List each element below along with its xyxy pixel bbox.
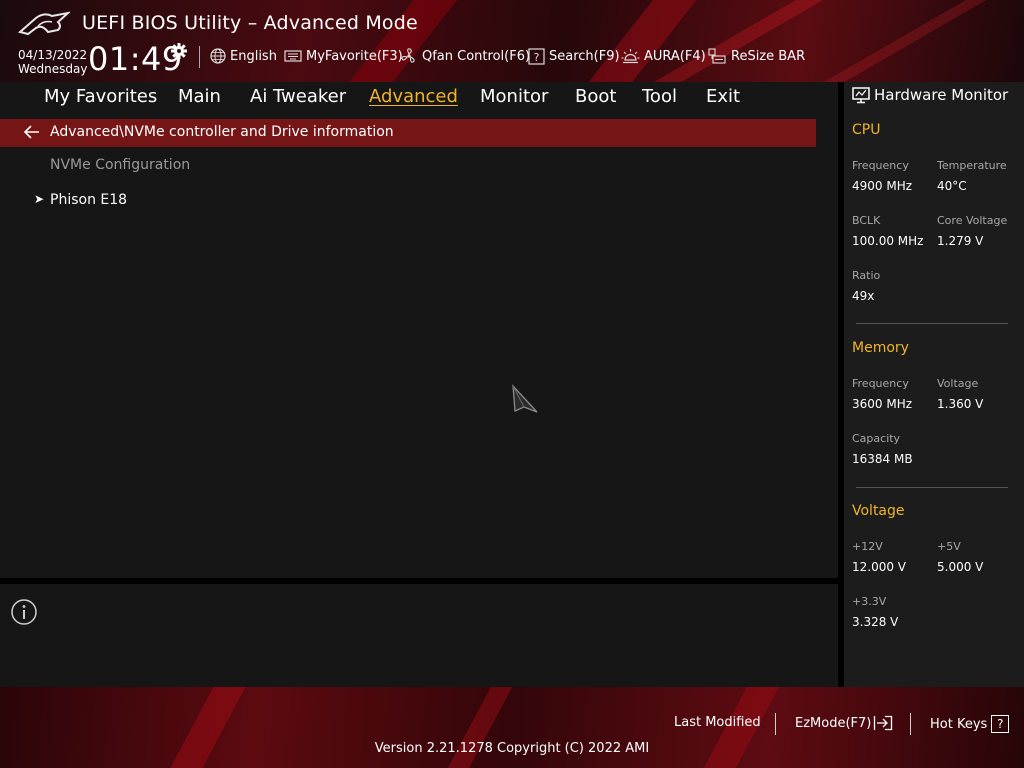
voltage-3v3-value: 3.328 V <box>852 615 899 629</box>
cpu-frequency-label: Frequency <box>852 159 909 172</box>
qfan-control-label: Qfan Control(F6) <box>422 48 531 64</box>
rog-logo <box>18 11 70 36</box>
qfan-control-button[interactable]: Qfan Control(F6) <box>400 46 530 66</box>
aura-label: AURA(F4) <box>644 48 706 64</box>
mouse-pointer-icon <box>512 384 538 413</box>
help-search-icon: ? <box>528 47 545 65</box>
tab-monitor[interactable]: Monitor <box>480 86 548 107</box>
voltage-12v-value: 12.000 V <box>852 560 907 574</box>
breadcrumb: Advanced\NVMe controller and Drive infor… <box>50 124 394 140</box>
nvme-configuration-heading: NVMe Configuration <box>50 157 191 173</box>
voltage-5v-value: 5.000 V <box>937 560 984 574</box>
drive-item-phison-e18[interactable]: ➤ Phison E18 <box>0 190 816 214</box>
cpu-temperature-label: Temperature <box>937 159 1007 172</box>
svg-text:?: ? <box>534 51 540 64</box>
main-tab-bar: My Favorites Main Ai Tweaker Advanced Mo… <box>0 82 838 112</box>
memory-section-title: Memory <box>852 340 909 356</box>
clock: 01:49 <box>88 40 183 78</box>
memory-frequency-value: 3600 MHz <box>852 397 913 411</box>
footer-bar: Last Modified EzMode(F7) Hot Keys ? Vers… <box>0 687 1024 768</box>
weekday: Wednesday <box>18 62 88 76</box>
drive-item-label: Phison E18 <box>50 192 128 208</box>
header-separator <box>199 46 200 68</box>
cpu-bclk-label: BCLK <box>852 214 881 227</box>
back-arrow-icon[interactable] <box>24 125 40 139</box>
hw-section-divider <box>856 487 1008 488</box>
help-description-panel <box>0 584 838 687</box>
language-label: English <box>230 48 277 64</box>
monitor-icon <box>852 87 870 104</box>
search-button[interactable]: ? Search(F9) <box>528 46 620 66</box>
resize-bar-button[interactable]: ReSize BAR <box>708 46 805 66</box>
hot-keys-label: Hot Keys <box>930 716 988 732</box>
language-button[interactable]: English <box>210 46 277 66</box>
search-label: Search(F9) <box>549 48 620 64</box>
settings-panel: Advanced\NVMe controller and Drive infor… <box>0 112 838 578</box>
aura-light-icon <box>621 48 640 63</box>
tab-exit[interactable]: Exit <box>706 86 740 107</box>
gear-icon[interactable] <box>170 42 188 60</box>
voltage-3v3-label: +3.3V <box>852 595 887 608</box>
hardware-monitor-label: Hardware Monitor <box>874 86 1009 104</box>
voltage-12v-label: +12V <box>852 540 883 553</box>
tab-my-favorites[interactable]: My Favorites <box>44 86 157 107</box>
info-icon <box>11 599 37 625</box>
cpu-bclk-value: 100.00 MHz <box>852 234 924 248</box>
myfavorite-button[interactable]: MyFavorite(F3) <box>284 46 403 66</box>
tab-ai-tweaker[interactable]: Ai Tweaker <box>250 86 346 107</box>
tab-advanced[interactable]: Advanced <box>369 86 458 107</box>
hardware-monitor-panel: Hardware Monitor CPU Frequency 4900 MHz … <box>844 82 1024 687</box>
ezmode-button[interactable]: EzMode(F7) <box>795 715 893 731</box>
submenu-arrow-icon: ➤ <box>34 192 45 206</box>
version-text: Version 2.21.1278 Copyright (C) 2022 AMI <box>374 741 650 756</box>
cpu-core-voltage-value: 1.279 V <box>937 234 984 248</box>
memory-voltage-label: Voltage <box>937 377 979 390</box>
cpu-frequency-value: 4900 MHz <box>852 179 913 193</box>
title-bar: UEFI BIOS Utility – Advanced Mode 04/13/… <box>0 0 1024 82</box>
date: 04/13/2022 <box>18 48 88 62</box>
aura-button[interactable]: AURA(F4) <box>621 46 706 66</box>
resize-bar-icon <box>708 47 726 64</box>
footer-separator <box>910 713 911 735</box>
question-key-icon: ? <box>991 715 1010 733</box>
hardware-monitor-title: Hardware Monitor <box>852 86 1008 104</box>
voltage-section-title: Voltage <box>852 503 905 519</box>
tab-tool[interactable]: Tool <box>642 86 677 107</box>
tab-main[interactable]: Main <box>178 86 221 107</box>
memory-voltage-value: 1.360 V <box>937 397 984 411</box>
resize-bar-label: ReSize BAR <box>731 48 806 64</box>
footer-separator <box>775 713 776 735</box>
keyboard-icon <box>284 50 302 62</box>
memory-frequency-label: Frequency <box>852 377 909 390</box>
cpu-temperature-value: 40°C <box>937 179 967 193</box>
voltage-5v-label: +5V <box>937 540 961 553</box>
cpu-section-title: CPU <box>852 122 881 138</box>
myfavorite-label: MyFavorite(F3) <box>306 48 403 64</box>
memory-capacity-label: Capacity <box>852 432 901 445</box>
memory-capacity-value: 16384 MB <box>852 452 913 466</box>
ezmode-label: EzMode(F7) <box>795 715 872 731</box>
breadcrumb-bar[interactable]: Advanced\NVMe controller and Drive infor… <box>0 119 816 147</box>
fan-icon <box>401 48 415 63</box>
last-modified-button[interactable]: Last Modified <box>674 715 761 730</box>
hot-keys-button[interactable]: Hot Keys ? <box>930 715 1010 733</box>
cpu-core-voltage-label: Core Voltage <box>937 214 1008 227</box>
cpu-ratio-label: Ratio <box>852 269 881 282</box>
globe-icon <box>210 48 226 64</box>
hw-section-divider <box>856 323 1008 324</box>
tab-boot[interactable]: Boot <box>575 86 616 107</box>
exit-to-ezmode-icon <box>874 715 893 731</box>
cpu-ratio-value: 49x <box>852 289 875 303</box>
app-title: UEFI BIOS Utility – Advanced Mode <box>82 12 418 34</box>
